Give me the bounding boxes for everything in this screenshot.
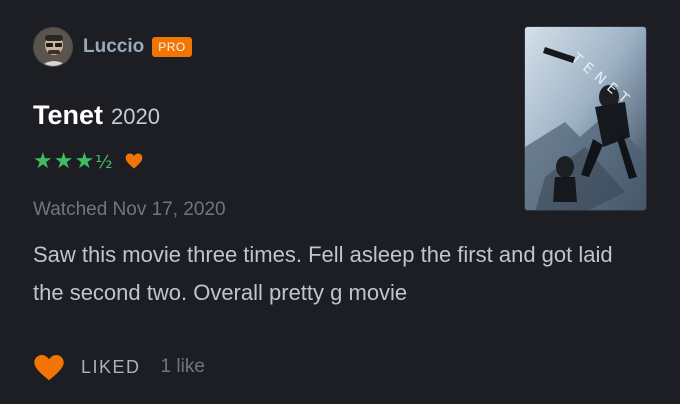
like-footer: LIKED 1 like	[33, 352, 205, 382]
author-name[interactable]: Luccio	[83, 36, 144, 58]
rating-row: ★★★½	[33, 148, 144, 174]
liked-label[interactable]: LIKED	[81, 357, 141, 378]
avatar-portrait-icon	[34, 28, 72, 66]
rating-half: ½	[95, 151, 114, 173]
film-poster[interactable]: TENET	[524, 26, 647, 211]
rating-stars: ★★★	[33, 148, 96, 174]
likes-count[interactable]: 1 like	[161, 356, 205, 378]
pro-badge: PRO	[152, 37, 192, 57]
poster-artwork-icon: TENET	[525, 27, 646, 210]
film-title[interactable]: Tenet	[33, 100, 103, 131]
review-text: Saw this movie three times. Fell asleep …	[33, 242, 613, 305]
watched-date: Watched Nov 17, 2020	[33, 199, 226, 220]
avatar[interactable]	[33, 27, 73, 67]
film-year[interactable]: 2020	[111, 104, 160, 130]
film-heading: Tenet 2020	[33, 100, 160, 131]
review-author[interactable]: Luccio PRO	[33, 27, 192, 67]
review-card: Luccio PRO Tenet 2020 ★★★½ Watched Nov 1…	[0, 0, 680, 404]
like-heart-icon[interactable]	[33, 352, 65, 382]
liked-heart-icon	[125, 153, 142, 169]
star-rating: ★★★½	[33, 149, 114, 174]
